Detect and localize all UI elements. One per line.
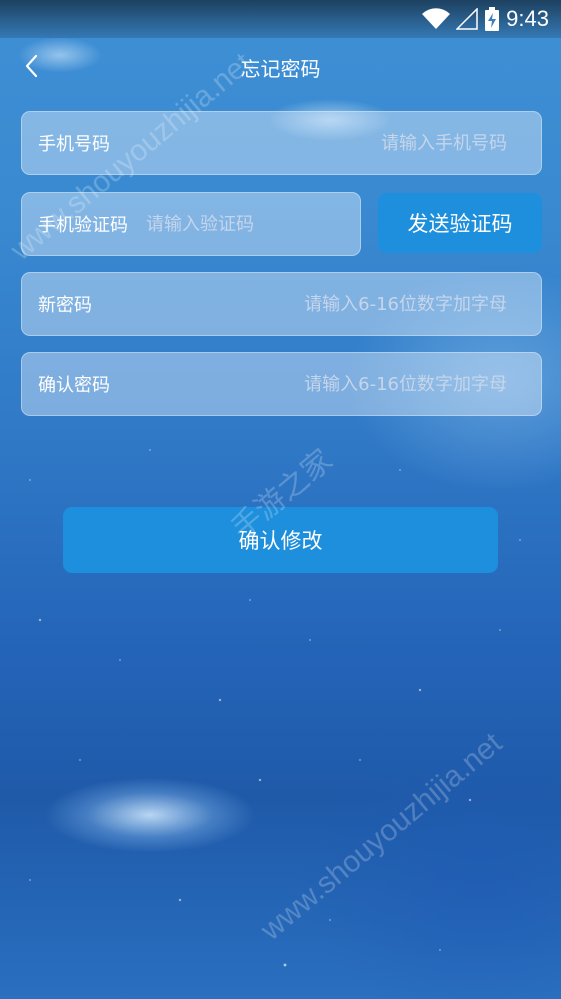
signal-icon	[456, 8, 478, 30]
send-code-button[interactable]: 发送验证码	[378, 193, 542, 253]
confirm-password-label: 确认密码	[38, 375, 110, 396]
new-password-field: 新密码	[21, 272, 542, 336]
new-password-input[interactable]	[92, 272, 509, 336]
phone-field: 手机号码	[21, 111, 542, 175]
page-title: 忘记密码	[240, 57, 321, 81]
status-bar: 9:43	[0, 0, 561, 38]
phone-input[interactable]	[110, 111, 509, 175]
status-time: 9:43	[506, 6, 549, 31]
confirm-password-input[interactable]	[110, 352, 509, 416]
verification-code-label: 手机验证码	[38, 215, 128, 236]
phone-label: 手机号码	[38, 134, 110, 155]
verification-code-field: 手机验证码	[21, 192, 373, 256]
wifi-icon	[422, 8, 451, 30]
verification-code-input[interactable]	[144, 192, 373, 256]
new-password-label: 新密码	[38, 295, 92, 316]
watermark-bottom: www.shouyouzhijia.net	[254, 726, 509, 947]
confirm-change-button[interactable]: 确认修改	[63, 507, 498, 573]
battery-charging-icon	[485, 7, 500, 31]
app-header: 忘记密码	[0, 45, 561, 89]
confirm-password-field: 确认密码	[21, 352, 542, 416]
status-icons	[422, 7, 500, 31]
